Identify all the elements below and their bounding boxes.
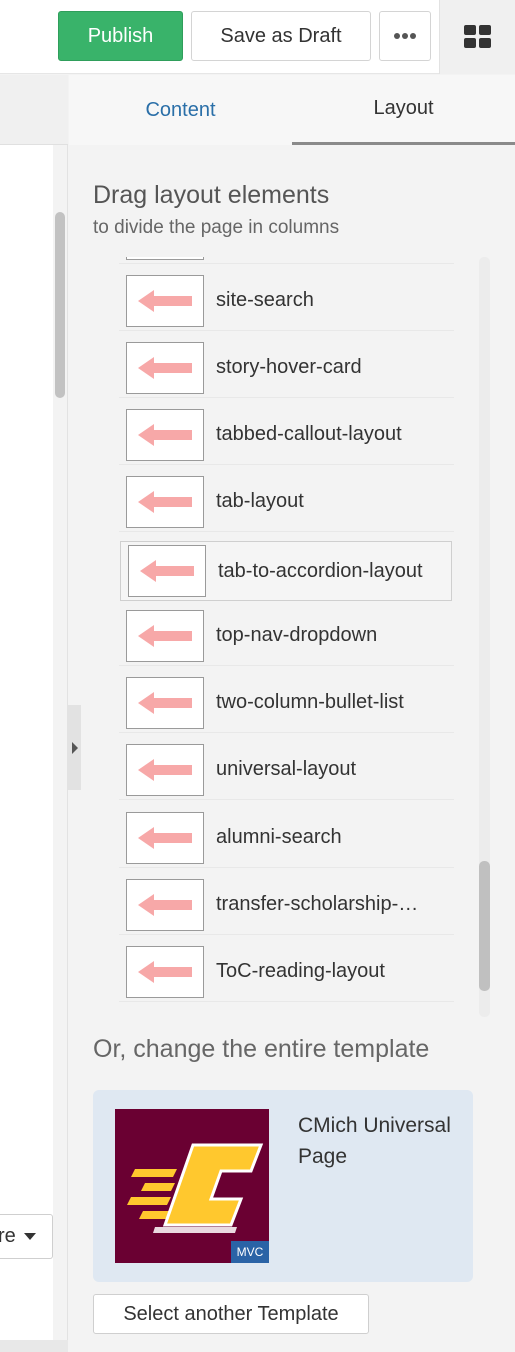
arrow-left-icon [138, 826, 192, 849]
list-item[interactable]: tabbed-callout-layout [119, 405, 454, 465]
caret-down-icon [23, 1233, 36, 1240]
list-item-label: top-nav-dropdown [216, 624, 378, 646]
list-item-label: two-column-bullet-list [216, 691, 404, 713]
layout-thumbnail [126, 743, 204, 796]
list-item[interactable]: top-nav-dropdown [119, 606, 454, 666]
list-item-label: site-search [216, 289, 314, 311]
select-another-template-button[interactable]: Select another Template [93, 1294, 369, 1334]
template-name: CMich Universal Page [298, 1114, 451, 1168]
list-item-label: tabbed-callout-layout [216, 423, 402, 445]
layout-list-scrollbar-thumb[interactable] [479, 861, 490, 991]
list-item[interactable] [119, 257, 454, 264]
top-toolbar: Publish Save as Draft [0, 0, 515, 74]
layout-thumbnail [126, 257, 204, 260]
layout-thumbnail [126, 475, 204, 528]
template-card[interactable]: MVC CMich Universal Page [93, 1090, 473, 1282]
panel-tabs: Content Layout [69, 75, 515, 145]
panel-collapse-handle[interactable] [68, 705, 81, 790]
arrow-left-icon [138, 893, 192, 916]
layout-thumbnail [128, 545, 206, 597]
list-item[interactable]: ToC-reading-layout [119, 942, 454, 1002]
layout-thumbnail [126, 341, 204, 394]
caret-right-icon [71, 741, 78, 754]
list-item-hovered[interactable]: tab-to-accordion-layout [120, 541, 452, 601]
page-canvas[interactable] [0, 145, 53, 1340]
list-item[interactable]: universal-layout [119, 740, 454, 800]
arrow-left-icon [140, 560, 194, 582]
list-item-label: tab-to-accordion-layout [218, 559, 423, 582]
canvas-dropdown[interactable]: re [0, 1214, 53, 1259]
ellipsis-icon [394, 33, 416, 39]
list-item[interactable]: story-hover-card [119, 338, 454, 398]
list-item[interactable]: alumni-search [119, 808, 454, 868]
arrow-left-icon [138, 691, 192, 714]
layout-thumbnail [126, 676, 204, 729]
tab-layout[interactable]: Layout [292, 75, 515, 145]
canvas-dropdown-text: re [0, 1225, 16, 1247]
list-item[interactable]: transfer-scholarship-… [119, 875, 454, 935]
grid-icon [463, 25, 491, 48]
layout-thumbnail [126, 274, 204, 327]
left-header-area [0, 75, 68, 145]
more-options-button[interactable] [379, 11, 431, 61]
list-item[interactable]: tab-layout [119, 472, 454, 532]
tab-content[interactable]: Content [69, 75, 292, 145]
layout-panel: Drag layout elements to divide the page … [69, 145, 515, 1352]
panel-heading: Drag layout elements [93, 181, 330, 209]
list-item-label: transfer-scholarship-… [216, 893, 419, 915]
cmich-c-logo-icon [127, 1143, 264, 1233]
layout-thumbnail [126, 609, 204, 662]
panel-subheading: to divide the page in columns [93, 217, 340, 238]
grid-view-button[interactable] [439, 0, 515, 74]
publish-button[interactable]: Publish [58, 11, 183, 61]
layout-thumbnail [126, 811, 204, 864]
cmich-logo: MVC [115, 1109, 269, 1263]
arrow-left-icon [138, 960, 192, 983]
canvas-bottom-strip [0, 1340, 68, 1352]
layout-thumbnail [126, 408, 204, 461]
arrow-left-icon [138, 624, 192, 647]
layout-thumbnail [126, 945, 204, 998]
list-item-label: alumni-search [216, 826, 342, 848]
save-as-draft-button[interactable]: Save as Draft [191, 11, 371, 61]
arrow-left-icon [138, 490, 192, 513]
list-item-label: ToC-reading-layout [216, 960, 385, 982]
list-item[interactable]: site-search [119, 271, 454, 331]
list-item-label: story-hover-card [216, 356, 362, 378]
list-item-label: universal-layout [216, 758, 357, 780]
arrow-left-icon [138, 289, 192, 312]
canvas-scrollbar-thumb[interactable] [55, 212, 65, 398]
layout-elements-list[interactable]: site-search story-hover-card tabbed-call… [119, 257, 490, 1017]
list-item[interactable]: two-column-bullet-list [119, 673, 454, 733]
list-item-label: tab-layout [216, 490, 304, 512]
arrow-left-icon [138, 758, 192, 781]
template-heading: Or, change the entire template [93, 1035, 430, 1063]
layout-thumbnail [126, 878, 204, 931]
arrow-left-icon [138, 356, 192, 379]
mvc-badge: MVC [231, 1241, 269, 1263]
arrow-left-icon [138, 423, 192, 446]
